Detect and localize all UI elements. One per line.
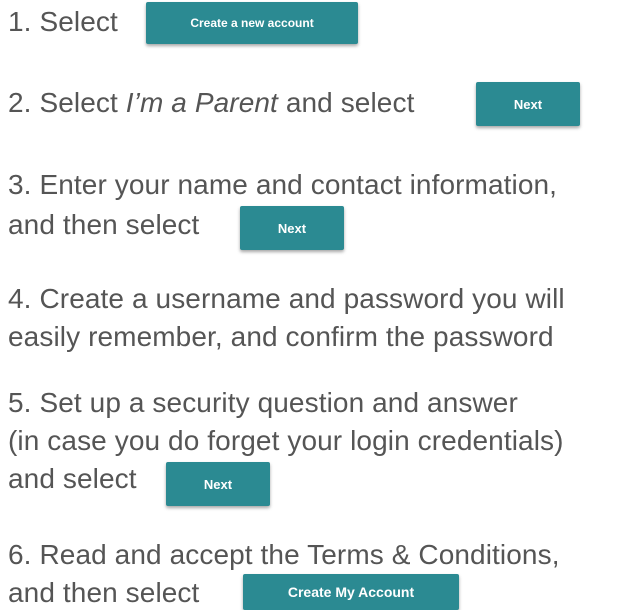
step-3-line-1: 3. Enter your name and contact informati…: [8, 168, 557, 202]
step-5-number: 5.: [8, 387, 32, 418]
step-2-label-pre: Select: [39, 87, 118, 118]
step-6-number: 6.: [8, 539, 32, 570]
step-2-label-italic: I’m a Parent: [125, 87, 278, 118]
step-5-line-3: and select: [8, 463, 137, 494]
step-2-next-button[interactable]: Next: [476, 82, 580, 126]
step-5-label-1: Set up a security question and answer: [39, 387, 518, 418]
step-4-line-2: easily remember, and confirm the passwor…: [8, 321, 554, 352]
step-2-text: 2. Select I’m a Parent and select: [8, 86, 414, 120]
step-1-text: 1. Select: [8, 5, 118, 39]
step-4-line-1: 4. Create a username and password you wi…: [8, 282, 565, 316]
step-6-label-1: Read and accept the Terms & Conditions,: [39, 539, 560, 570]
step-3-next-button[interactable]: Next: [240, 206, 344, 250]
step-1-number: 1.: [8, 6, 32, 37]
step-3-label-1: Enter your name and contact information,: [39, 169, 558, 200]
step-4-label-1: Create a username and password you will: [39, 283, 565, 314]
step-2-label-post: and select: [285, 87, 415, 118]
step-6-line-2: and then select: [8, 577, 200, 608]
create-my-account-button[interactable]: Create My Account: [243, 574, 459, 610]
create-new-account-button[interactable]: Create a new account: [146, 2, 358, 44]
step-1-label: Select: [39, 6, 118, 37]
step-3-line-2: and then select: [8, 209, 200, 240]
step-5-line-2: (in case you do forget your login creden…: [8, 425, 564, 456]
step-4-number: 4.: [8, 283, 32, 314]
step-5-line-1: 5. Set up a security question and answer: [8, 386, 518, 420]
step-5-next-button[interactable]: Next: [166, 462, 270, 506]
step-3-number: 3.: [8, 169, 32, 200]
step-2-number: 2.: [8, 87, 32, 118]
step-6-line-1: 6. Read and accept the Terms & Condition…: [8, 538, 560, 572]
